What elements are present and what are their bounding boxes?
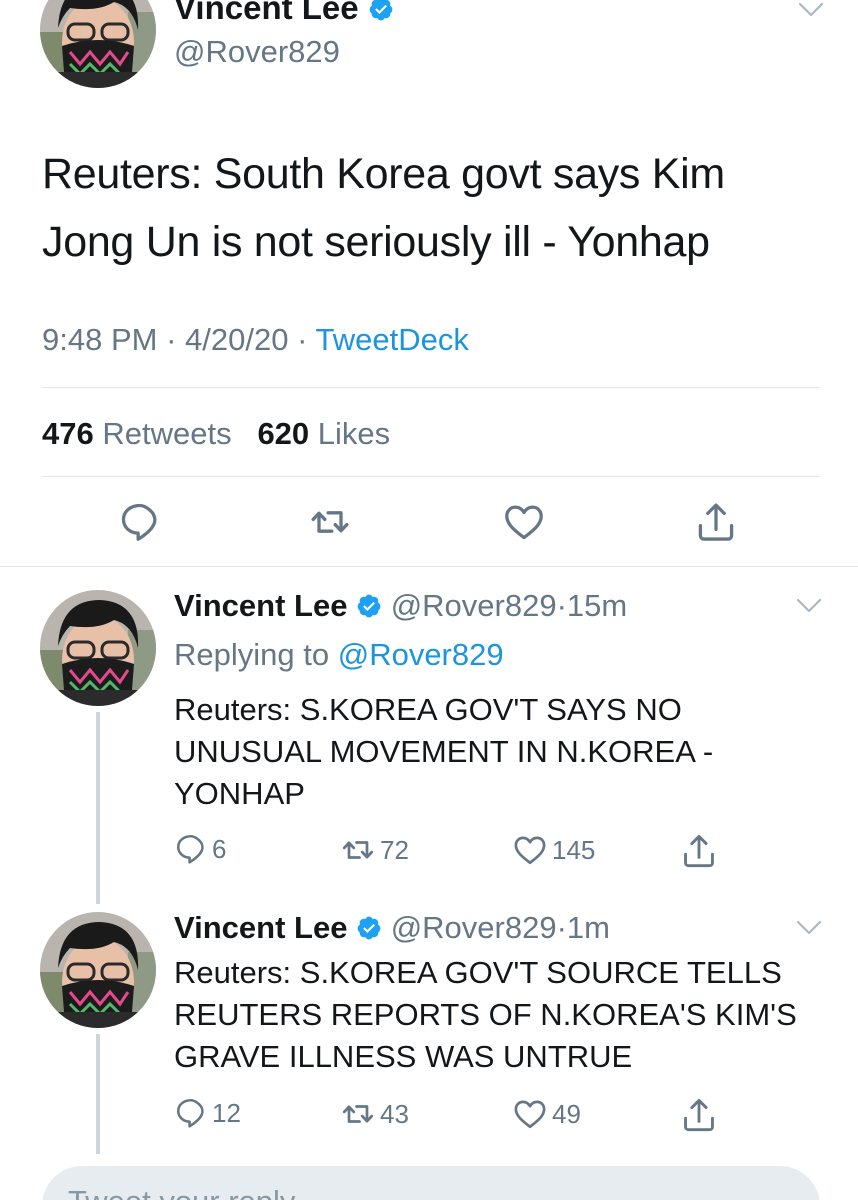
retweet-button[interactable]: 72	[340, 832, 409, 868]
reply-time: 15m	[566, 588, 628, 623]
main-tweet-actions	[0, 500, 858, 550]
likes-count: 620	[257, 416, 310, 451]
reply-composer[interactable]: Tweet your reply	[42, 1166, 820, 1200]
tweet-date: 4/20/20	[185, 322, 289, 357]
reply-composer-placeholder: Tweet your reply	[68, 1182, 295, 1200]
author-avatar[interactable]	[40, 0, 156, 88]
reply-count: 6	[212, 834, 227, 864]
divider	[42, 476, 820, 477]
likes-label: Likes	[317, 416, 391, 451]
like-button[interactable]: 49	[512, 1096, 581, 1132]
header-separator: ·	[556, 910, 567, 945]
chevron-down-icon[interactable]	[796, 598, 822, 614]
replying-to: Replying to @Rover829	[174, 635, 504, 675]
likes-stat[interactable]: 620 Likes	[257, 416, 390, 451]
retweets-count: 476	[42, 416, 94, 451]
author-handle[interactable]: @Rover829	[174, 32, 340, 72]
reply-header[interactable]: Vincent Lee @Rover829·15m	[174, 586, 627, 626]
meta-separator: ·	[166, 322, 177, 357]
reply-author-name: Vincent Lee	[174, 910, 348, 945]
reply-count: 12	[212, 1098, 241, 1128]
retweet-icon	[308, 500, 352, 544]
reply-icon	[174, 832, 208, 866]
reply-author-handle: @Rover829	[390, 588, 557, 623]
share-icon	[694, 500, 738, 544]
retweet-icon	[340, 832, 376, 868]
retweet-icon	[340, 1096, 376, 1132]
share-button[interactable]	[680, 832, 718, 870]
reply-text: Reuters: S.KOREA GOV'T SOURCE TELLS REUT…	[174, 955, 797, 1074]
retweet-button[interactable]: 43	[340, 1096, 409, 1132]
reply-author-handle: @Rover829	[390, 910, 557, 945]
share-button[interactable]	[680, 1096, 718, 1134]
header-separator: ·	[556, 588, 567, 623]
share-icon	[680, 1096, 718, 1134]
tweet-time: 9:48 PM	[42, 322, 158, 357]
like-icon	[512, 832, 548, 868]
share-button[interactable]	[694, 500, 738, 544]
reply-icon	[118, 500, 162, 544]
like-button[interactable]: 145	[512, 832, 595, 868]
reply-button[interactable]: 12	[174, 1096, 241, 1130]
tweet-stats: 476 Retweets 620 Likes	[42, 414, 390, 454]
section-separator	[0, 566, 858, 567]
verified-badge-icon	[356, 915, 382, 941]
like-icon	[502, 500, 546, 544]
reply-actions: 12 43 49	[0, 1096, 858, 1146]
retweets-stat[interactable]: 476 Retweets	[42, 416, 232, 451]
retweets-label: Retweets	[102, 416, 232, 451]
verified-badge-icon	[368, 0, 394, 22]
like-button[interactable]	[502, 500, 546, 544]
reply-avatar[interactable]	[40, 590, 156, 706]
reply-header[interactable]: Vincent Lee @Rover829·1m	[174, 908, 610, 948]
retweet-count: 72	[380, 835, 409, 865]
retweet-button[interactable]	[308, 500, 352, 544]
chevron-down-icon[interactable]	[796, 920, 822, 936]
reply-text: Reuters: S.KOREA GOV'T SAYS NO UNUSUAL M…	[174, 692, 714, 811]
tweet-source-link[interactable]: TweetDeck	[315, 322, 468, 357]
reply-icon	[174, 1096, 208, 1130]
reply-actions: 6 72 145	[0, 832, 858, 882]
tweet-meta: 9:48 PM · 4/20/20 · TweetDeck	[42, 320, 469, 360]
tweet-text: Reuters: South Korea govt says Kim Jong …	[42, 150, 725, 266]
chevron-down-icon[interactable]	[798, 2, 824, 18]
reply-time: 1m	[566, 910, 610, 945]
share-icon	[680, 832, 718, 870]
author-name[interactable]: Vincent Lee	[174, 0, 394, 28]
like-count: 145	[552, 835, 596, 865]
like-icon	[512, 1096, 548, 1132]
reply-button[interactable]	[118, 500, 162, 544]
replying-to-link[interactable]: @Rover829	[338, 637, 504, 672]
replying-prefix: Replying to	[174, 637, 330, 672]
verified-badge-icon	[356, 593, 382, 619]
author-name-label: Vincent Lee	[174, 0, 359, 26]
retweet-count: 43	[380, 1099, 409, 1129]
reply-avatar[interactable]	[40, 912, 156, 1028]
reply-button[interactable]: 6	[174, 832, 226, 866]
meta-separator: ·	[297, 322, 308, 357]
reply-author-name: Vincent Lee	[174, 588, 348, 623]
divider	[42, 387, 820, 388]
like-count: 49	[552, 1099, 581, 1129]
